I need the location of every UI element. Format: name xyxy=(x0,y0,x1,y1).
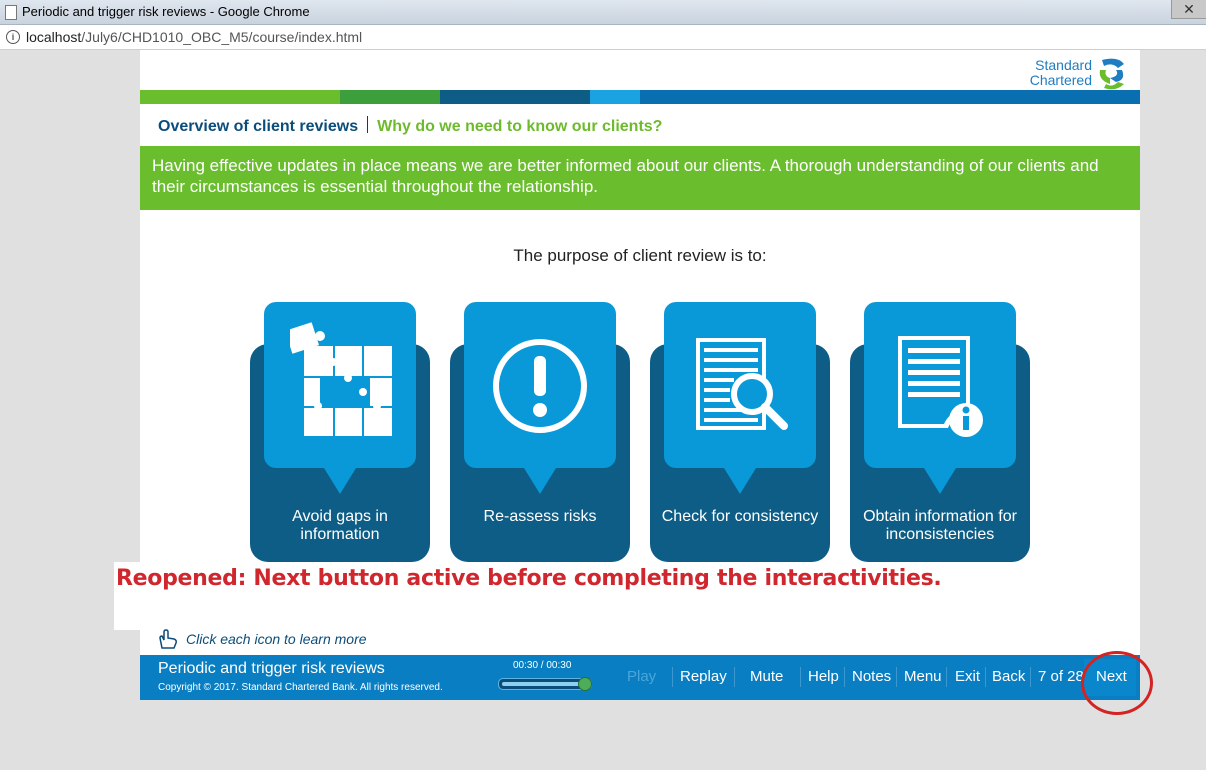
nav-divider xyxy=(672,667,673,687)
breadcrumb-topic: Why do we need to know our clients? xyxy=(377,118,663,135)
puzzle-icon[interactable] xyxy=(290,322,418,448)
progress-fill xyxy=(502,682,588,686)
hint-text: Click each icon to learn more xyxy=(186,631,367,647)
card-reassess-risks[interactable]: Re-assess risks xyxy=(450,302,630,562)
card-pointer xyxy=(924,468,956,494)
card-pointer xyxy=(724,468,756,494)
breadcrumb: Overview of client reviews Why do we need… xyxy=(158,116,662,136)
info-icon[interactable]: i xyxy=(6,30,20,44)
copyright: Copyright © 2017. Standard Chartered Ban… xyxy=(158,682,443,693)
tap-hand-icon xyxy=(159,629,177,649)
card-icon-panel[interactable] xyxy=(464,302,616,468)
card-label: Re-assess risks xyxy=(483,508,597,525)
exit-button[interactable]: Exit xyxy=(955,668,980,685)
document-magnifier-icon[interactable] xyxy=(690,322,818,448)
progress-handle[interactable] xyxy=(578,677,592,691)
course-title: Periodic and trigger risk reviews xyxy=(158,660,385,677)
card-icon-panel[interactable] xyxy=(264,302,416,468)
url-host: localhost xyxy=(26,29,82,45)
nav-divider xyxy=(985,667,986,687)
page-icon xyxy=(5,5,17,20)
player-navbar: Periodic and trigger risk reviews Copyri… xyxy=(140,655,1140,700)
mute-button[interactable]: Mute xyxy=(750,668,783,685)
menu-button[interactable]: Menu xyxy=(904,668,942,685)
nav-divider xyxy=(1030,667,1031,687)
play-button[interactable]: Play xyxy=(627,668,656,685)
window-title: Periodic and trigger risk reviews - Goog… xyxy=(22,4,310,19)
nav-divider xyxy=(896,667,897,687)
time-readout: 00:30 / 00:30 xyxy=(513,660,572,671)
notes-button[interactable]: Notes xyxy=(852,668,891,685)
brand-mark-icon xyxy=(1099,58,1124,90)
page-counter: 7 of 28 xyxy=(1038,668,1084,685)
card-pointer xyxy=(524,468,556,494)
brand-name: Standard Chartered xyxy=(1030,58,1092,88)
document-info-icon[interactable] xyxy=(890,322,1018,448)
address-bar[interactable]: i localhost/July6/CHD1010_OBC_M5/course/… xyxy=(0,25,1206,50)
brand-logo: Standard Chartered xyxy=(980,56,1130,92)
nav-divider xyxy=(844,667,845,687)
review-annotation: Reopened: Next button active before comp… xyxy=(114,562,1122,630)
card-label: Obtain information for inconsistencies xyxy=(863,508,1017,543)
breadcrumb-section: Overview of client reviews xyxy=(158,118,359,135)
color-stripe xyxy=(140,90,1140,104)
purpose-heading: The purpose of client review is to: xyxy=(513,246,767,265)
card-label: Avoid gaps in information xyxy=(292,508,388,543)
card-check-consistency[interactable]: Check for consistency xyxy=(650,302,830,562)
url-text[interactable]: localhost/July6/CHD1010_OBC_M5/course/in… xyxy=(26,29,362,45)
window-close-button[interactable]: ✕ xyxy=(1171,0,1206,19)
card-obtain-information[interactable]: Obtain information for inconsistencies xyxy=(850,302,1030,562)
card-label: Check for consistency xyxy=(661,508,819,525)
card-icon-panel[interactable] xyxy=(864,302,1016,468)
browser-title-bar: Periodic and trigger risk reviews - Goog… xyxy=(0,0,1206,25)
nav-divider xyxy=(800,667,801,687)
exclamation-icon[interactable] xyxy=(490,322,618,448)
annotation-text: Reopened: Next button active before comp… xyxy=(116,566,942,591)
nav-divider xyxy=(946,667,947,687)
card-pointer xyxy=(324,468,356,494)
card-avoid-gaps[interactable]: Avoid gaps in information xyxy=(250,302,430,562)
url-path: /July6/CHD1010_OBC_M5/course/index.html xyxy=(81,29,363,45)
card-icon-panel[interactable] xyxy=(664,302,816,468)
help-button[interactable]: Help xyxy=(808,668,839,685)
nav-divider xyxy=(734,667,735,687)
intro-banner: Having effective updates in place means … xyxy=(140,146,1140,210)
back-button[interactable]: Back xyxy=(992,668,1025,685)
brand-name-line1: Standard xyxy=(1035,57,1092,73)
brand-name-line2: Chartered xyxy=(1029,72,1092,88)
replay-button[interactable]: Replay xyxy=(680,668,727,685)
breadcrumb-separator xyxy=(367,116,369,133)
highlight-circle xyxy=(1081,651,1153,715)
